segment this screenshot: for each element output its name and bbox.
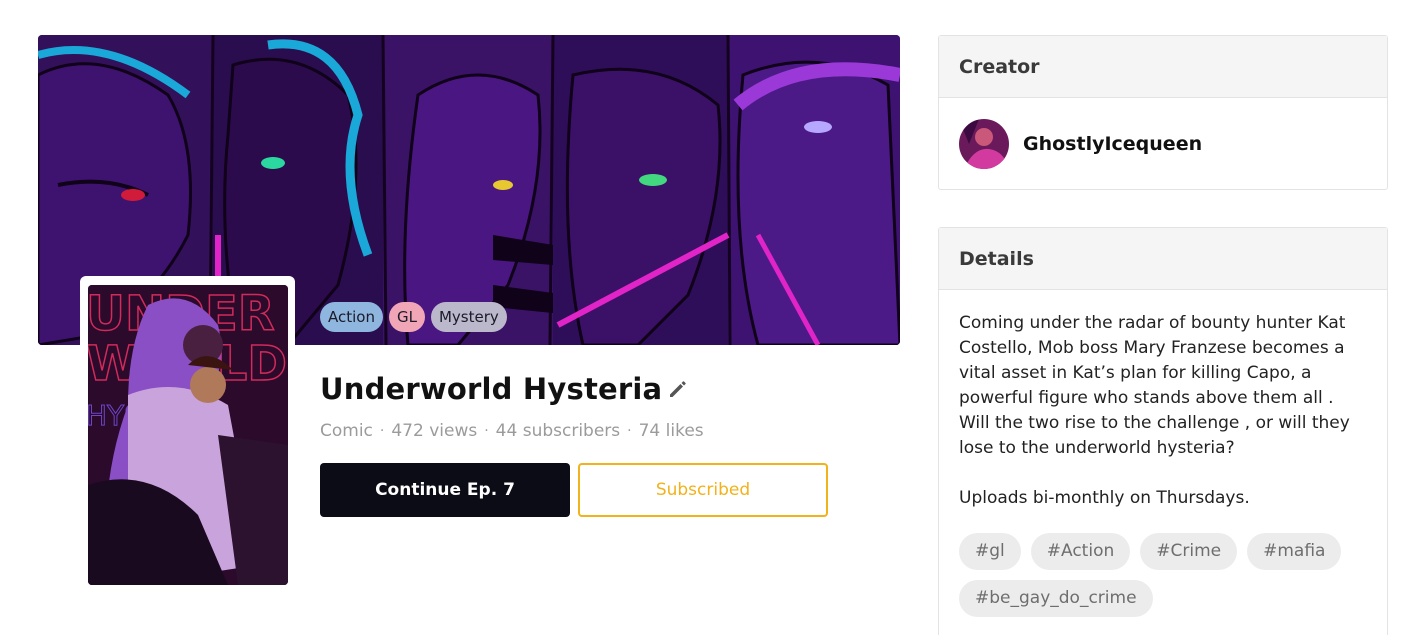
- tag-chip[interactable]: #gl: [959, 533, 1021, 570]
- series-title: Underworld Hysteria: [320, 372, 663, 406]
- series-title-row: Underworld Hysteria: [320, 372, 690, 406]
- subscribe-button[interactable]: Subscribed: [578, 463, 828, 517]
- stats-separator: ·: [484, 423, 489, 439]
- tag-list: #gl #Action #Crime #mafia #be_gay_do_cri…: [959, 533, 1369, 617]
- cover-artwork: UNDER WORLD HYSTERIA: [88, 285, 288, 585]
- stats-separator: ·: [627, 423, 632, 439]
- series-stats: Comic · 472 views · 44 subscribers · 74 …: [320, 421, 704, 441]
- genre-list: Action GL Mystery: [320, 302, 507, 332]
- stats-separator: ·: [379, 423, 385, 439]
- continue-reading-button[interactable]: Continue Ep. 7: [320, 463, 570, 517]
- likes-count: 74 likes: [638, 421, 704, 441]
- pencil-icon[interactable]: [666, 377, 690, 401]
- tag-chip[interactable]: #mafia: [1247, 533, 1342, 570]
- series-description: Coming under the radar of bounty hunter …: [959, 313, 1350, 458]
- upload-schedule: Uploads bi-monthly on Thursdays.: [959, 488, 1250, 508]
- genre-chip[interactable]: GL: [388, 302, 425, 332]
- creator-profile[interactable]: GhostlyIcequeen: [939, 98, 1387, 189]
- tag-chip[interactable]: #Crime: [1140, 533, 1238, 570]
- details-card: Details Coming under the radar of bounty…: [938, 227, 1388, 635]
- tag-chip[interactable]: #Action: [1030, 533, 1131, 570]
- avatar-image: [959, 118, 1009, 169]
- cover-image: UNDER WORLD HYSTERIA: [88, 285, 288, 585]
- creator-card: Creator GhostlyIcequeen: [938, 35, 1388, 190]
- subscribers-count: 44 subscribers: [495, 421, 621, 441]
- genre-chip[interactable]: Mystery: [430, 302, 507, 332]
- details-card-header: Details: [939, 228, 1387, 290]
- creator-name[interactable]: GhostlyIcequeen: [1023, 133, 1202, 155]
- tag-chip[interactable]: #be_gay_do_crime: [959, 580, 1153, 617]
- genre-chip[interactable]: Action: [320, 302, 383, 332]
- details-body: Coming under the radar of bounty hunter …: [939, 290, 1387, 617]
- series-type: Comic: [320, 421, 373, 441]
- creator-card-header: Creator: [939, 36, 1387, 98]
- avatar[interactable]: [959, 118, 1009, 169]
- views-count: 472 views: [391, 421, 478, 441]
